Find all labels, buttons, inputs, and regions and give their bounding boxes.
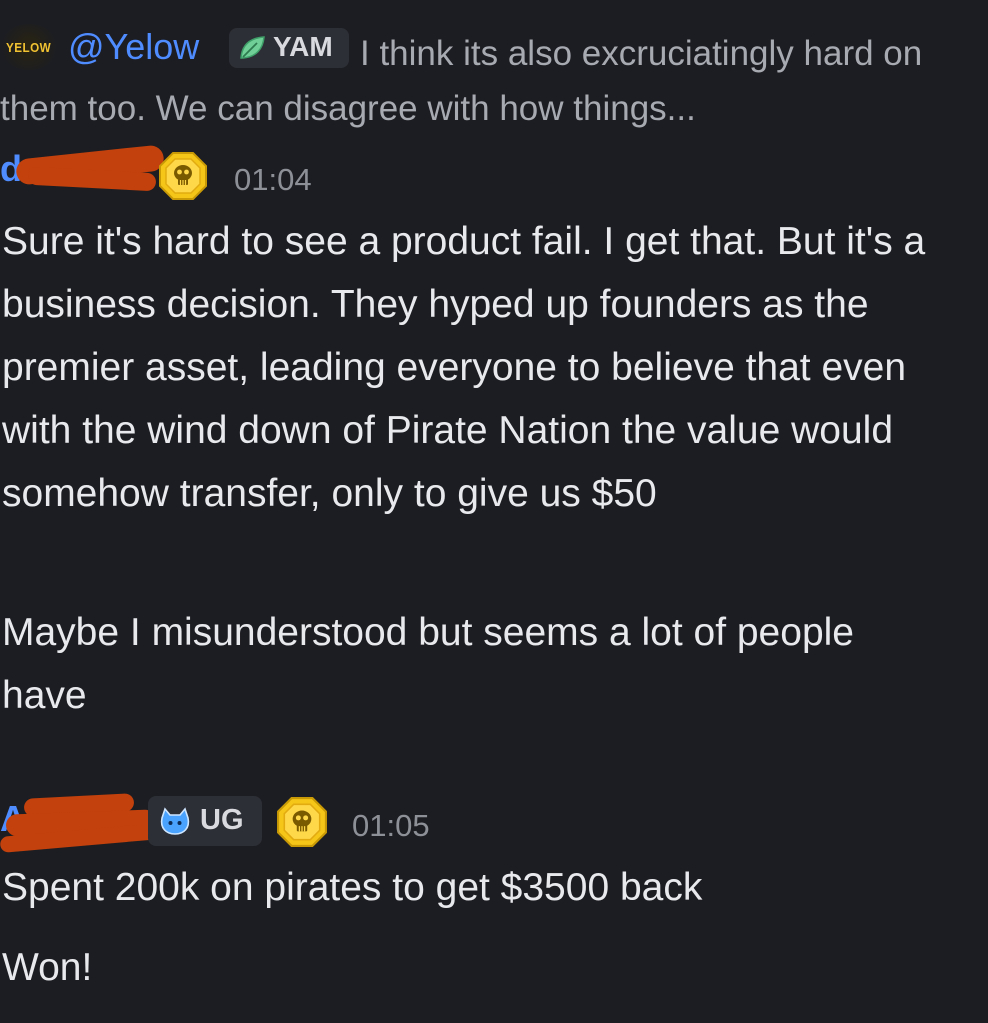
role-tag[interactable]: UG (148, 796, 262, 846)
skull-coin-icon[interactable] (158, 151, 208, 201)
message-body[interactable]: Spent 200k on pirates to get $3500 back (2, 856, 942, 919)
message-timestamp: 01:04 (234, 162, 312, 197)
message-body[interactable]: Sure it's hard to see a product fail. I … (2, 210, 942, 525)
reply-excerpt[interactable]: I think its also excruciatingly hard on … (0, 26, 960, 136)
message-timestamp: 01:05 (352, 808, 430, 843)
role-tag-label: UG (200, 804, 244, 836)
reply-preview[interactable]: YELOW @Yelow YAM I think its also excruc… (0, 20, 960, 130)
message-header: d 01:04 (0, 144, 980, 206)
message-header: A UG 01:05 (0, 793, 980, 856)
message-body[interactable]: Maybe I misunderstood but seems a lot of… (2, 601, 942, 727)
message-body[interactable]: Won! (2, 936, 942, 999)
skull-coin-icon[interactable] (276, 796, 328, 848)
blue-cat-icon (160, 807, 190, 835)
